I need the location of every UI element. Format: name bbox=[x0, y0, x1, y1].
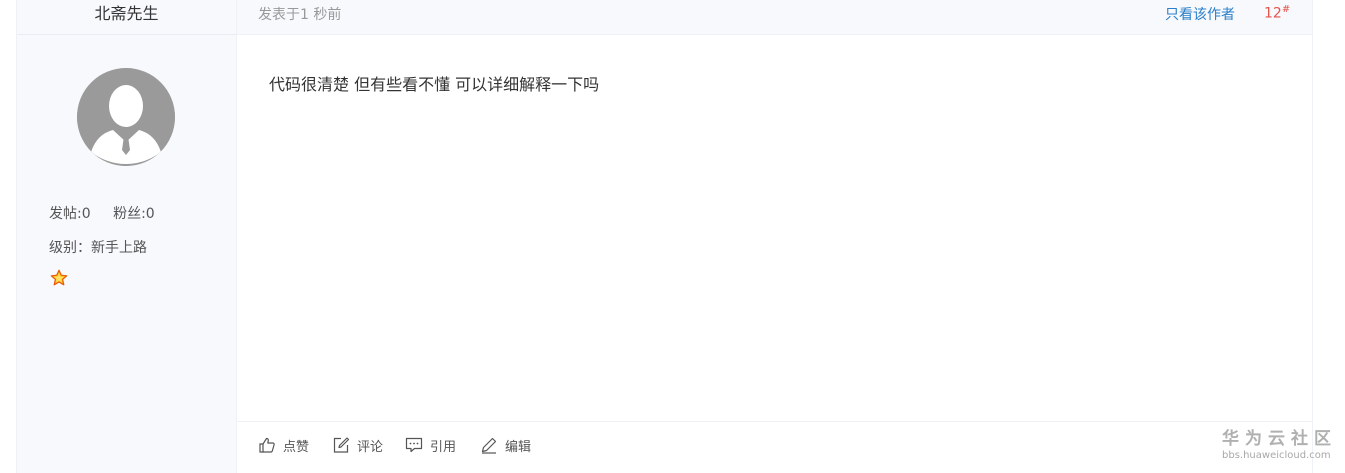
floor-number: 12# bbox=[1264, 4, 1290, 22]
edit-square-icon bbox=[333, 437, 350, 453]
floor-mark: # bbox=[1281, 4, 1291, 15]
post-time: 发表于1 秒前 bbox=[258, 7, 342, 23]
quote-label: 引用 bbox=[430, 439, 457, 455]
forum-post: 北斋先生 发帖:0 粉丝:0 级别：新手上路 发表于1 秒前 只看该作者 12# bbox=[16, 0, 1313, 473]
edit-button[interactable]: 编辑 bbox=[480, 434, 531, 456]
posts-count[interactable]: 发帖:0 bbox=[49, 206, 91, 222]
thumbs-up-icon bbox=[259, 437, 275, 453]
only-author-link[interactable]: 只看该作者 bbox=[1165, 4, 1235, 24]
author-sidebar: 北斋先生 发帖:0 粉丝:0 级别：新手上路 bbox=[17, 0, 237, 473]
post-actions: 点赞 评论 引用 编辑 bbox=[237, 421, 1312, 473]
like-button[interactable]: 点赞 bbox=[258, 434, 309, 456]
star-badge-icon bbox=[50, 269, 68, 286]
author-name[interactable]: 北斋先生 bbox=[17, 0, 236, 35]
comment-button[interactable]: 评论 bbox=[332, 434, 383, 456]
fans-count[interactable]: 粉丝:0 bbox=[113, 206, 155, 222]
quote-button[interactable]: 引用 bbox=[405, 434, 456, 456]
floor-number-value: 12 bbox=[1264, 5, 1282, 22]
quote-bubble-icon bbox=[405, 437, 423, 453]
watermark-url: bbs.huaweicloud.com bbox=[1222, 450, 1331, 461]
edit-label: 编辑 bbox=[505, 439, 532, 455]
pencil-icon bbox=[481, 437, 497, 454]
avatar[interactable] bbox=[77, 68, 175, 166]
watermark-title: 华为云社区 bbox=[1222, 429, 1337, 449]
post-content: 代码很清楚 但有些看不懂 可以详细解释一下吗 bbox=[269, 75, 600, 94]
comment-label: 评论 bbox=[357, 439, 384, 455]
post-header: 发表于1 秒前 只看该作者 12# bbox=[237, 0, 1312, 35]
post-main: 发表于1 秒前 只看该作者 12# 代码很清楚 但有些看不懂 可以详细解释一下吗… bbox=[237, 0, 1312, 473]
author-level: 级别：新手上路 bbox=[49, 240, 147, 256]
user-silhouette-icon bbox=[77, 68, 175, 166]
watermark: 华为云社区 bbs.huaweicloud.com bbox=[1222, 431, 1337, 461]
like-label: 点赞 bbox=[283, 439, 310, 455]
author-stats: 发帖:0 粉丝:0 bbox=[49, 203, 173, 223]
